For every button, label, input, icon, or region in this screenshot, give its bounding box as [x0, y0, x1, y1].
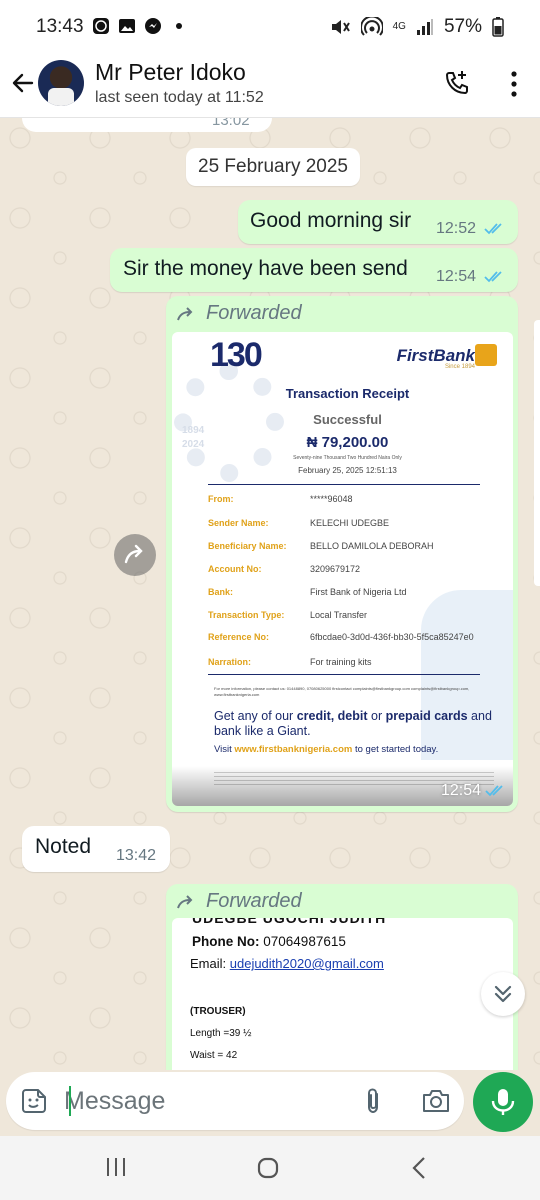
receipt-row: Account No: 3209679172 [208, 564, 361, 574]
text-caret [69, 1086, 71, 1116]
back-arrow-icon[interactable] [8, 68, 38, 98]
chat-header: Mr Peter Idoko last seen today at 11:52 [0, 56, 540, 118]
message-text: Noted [35, 835, 92, 858]
system-navigation-bar [0, 1136, 540, 1200]
message-time: 12:54 [436, 268, 477, 285]
avatar[interactable] [38, 60, 84, 106]
receipt-title: Transaction Receipt [285, 386, 410, 401]
composer [0, 1070, 540, 1136]
receipt-row: Beneficiary Name: BELLO DAMILOLA DEBORAH [208, 541, 434, 551]
mic-icon [491, 1089, 515, 1115]
receipt-row: Transaction Type: Local Transfer [208, 610, 368, 620]
previous-message-time: 13:02 [212, 118, 250, 129]
signal-icon [416, 19, 433, 35]
forwarded-label: Forwarded [176, 890, 302, 913]
bank-logo-text: FirstBank [396, 346, 475, 365]
double-chevron-down-icon [494, 985, 512, 1003]
status-time: 13:43 [36, 16, 84, 37]
scroll-to-bottom-button[interactable] [481, 972, 525, 1016]
whatsapp-icon [93, 18, 109, 34]
forward-icon [124, 544, 143, 564]
document-section: (TROUSER) [190, 1006, 246, 1017]
notification-icons [92, 17, 188, 35]
receipt-image[interactable]: 130 1894 2024 FirstBank Since 1894 Trans… [172, 332, 513, 806]
message-text: Good morning sir [250, 209, 412, 232]
last-seen-status: last seen today at 11:52 [95, 89, 264, 106]
battery-icon [492, 17, 504, 37]
receipt-row: Reference No: 6fbcdae0-3d0d-436f-bb30-5f5… [208, 632, 474, 642]
voice-record-button[interactable] [473, 1072, 533, 1132]
document-phone: Phone No: 07064987615 [192, 934, 346, 949]
anniversary-logo: 130 [210, 336, 263, 374]
network-type: 4G [392, 21, 406, 32]
bank-since: Since 1894 [444, 364, 475, 370]
recent-apps-icon[interactable] [104, 1156, 128, 1178]
receipt-date: February 25, 2025 12:51:13 [298, 466, 397, 475]
add-call-icon[interactable] [442, 68, 472, 98]
document-heading: UDEGBE UGOCHI JUDITH [192, 918, 387, 926]
message-time: 13:42 [116, 847, 157, 864]
side-panel-edge [534, 320, 540, 586]
camera-icon[interactable] [420, 1086, 452, 1116]
status-bar: 13:43 4G 57% [0, 0, 540, 56]
system-icons: 4G 57% [329, 16, 504, 38]
document-email: Email: udejudith2020@gmail.com [190, 956, 384, 971]
message-input-container[interactable] [6, 1072, 464, 1130]
message-text: Sir the money have been send [123, 257, 408, 280]
messenger-icon [145, 18, 161, 34]
message-bubble-outgoing[interactable]: Good morning sir 12:52 [238, 200, 518, 244]
receipt-status: Successful [313, 412, 382, 427]
receipt-row: Bank: First Bank of Nigeria Ltd [208, 587, 407, 597]
attach-icon[interactable] [358, 1086, 388, 1116]
document-waist: Waist = 42 [190, 1050, 238, 1061]
message-time: 12:52 [436, 220, 477, 237]
mute-icon [331, 20, 350, 34]
document-length: Length =39 ½ [190, 1028, 252, 1039]
more-vert-icon[interactable] [506, 70, 522, 98]
gallery-icon [119, 19, 135, 33]
hotspot-icon [360, 17, 383, 36]
message-input[interactable] [64, 1080, 344, 1122]
share-forward-button[interactable] [114, 534, 156, 576]
message-bubble-incoming[interactable]: Noted 13:42 [22, 826, 170, 872]
battery-percent: 57% [443, 16, 482, 37]
measurement-document-image[interactable]: UDEGBE UGOCHI JUDITH Phone No: 070649876… [172, 918, 513, 1070]
divider [208, 674, 480, 675]
receipt-visit: Visit www.firstbanknigeria.com to get st… [214, 744, 439, 755]
read-ticks-icon [484, 223, 502, 235]
date-divider: 25 February 2025 [186, 148, 360, 186]
receipt-amount: ₦ 79,200.00 [306, 434, 389, 451]
sticker-icon[interactable] [20, 1087, 48, 1115]
receipt-promo: Get any of our credit, debit or prepaid … [214, 709, 492, 738]
divider [208, 484, 480, 485]
chat-area[interactable]: 13:02 25 February 2025 Good morning sir … [0, 118, 540, 1070]
receipt-contact-info: For more information, please contact us:… [214, 686, 470, 697]
elephant-logo-icon [475, 344, 497, 366]
forwarded-label: Forwarded [176, 302, 302, 325]
image-time: 12:54 [441, 782, 507, 800]
read-ticks-icon [485, 785, 503, 797]
read-ticks-icon [484, 271, 502, 283]
nav-back-icon[interactable] [410, 1156, 428, 1180]
dot-icon [176, 23, 182, 29]
home-icon[interactable] [256, 1156, 280, 1180]
forwarded-icon [177, 894, 193, 908]
receipt-row: From: *****96048 [208, 494, 353, 504]
message-bubble-outgoing[interactable]: Sir the money have been send 12:54 [110, 248, 518, 292]
receipt-amount-words: Seventy-nine Thousand Two Hundred Naira … [293, 455, 402, 461]
receipt-row: Sender Name: KELECHI UDEGBE [208, 518, 390, 528]
forwarded-icon [177, 306, 193, 320]
contact-name[interactable]: Mr Peter Idoko [95, 59, 246, 86]
